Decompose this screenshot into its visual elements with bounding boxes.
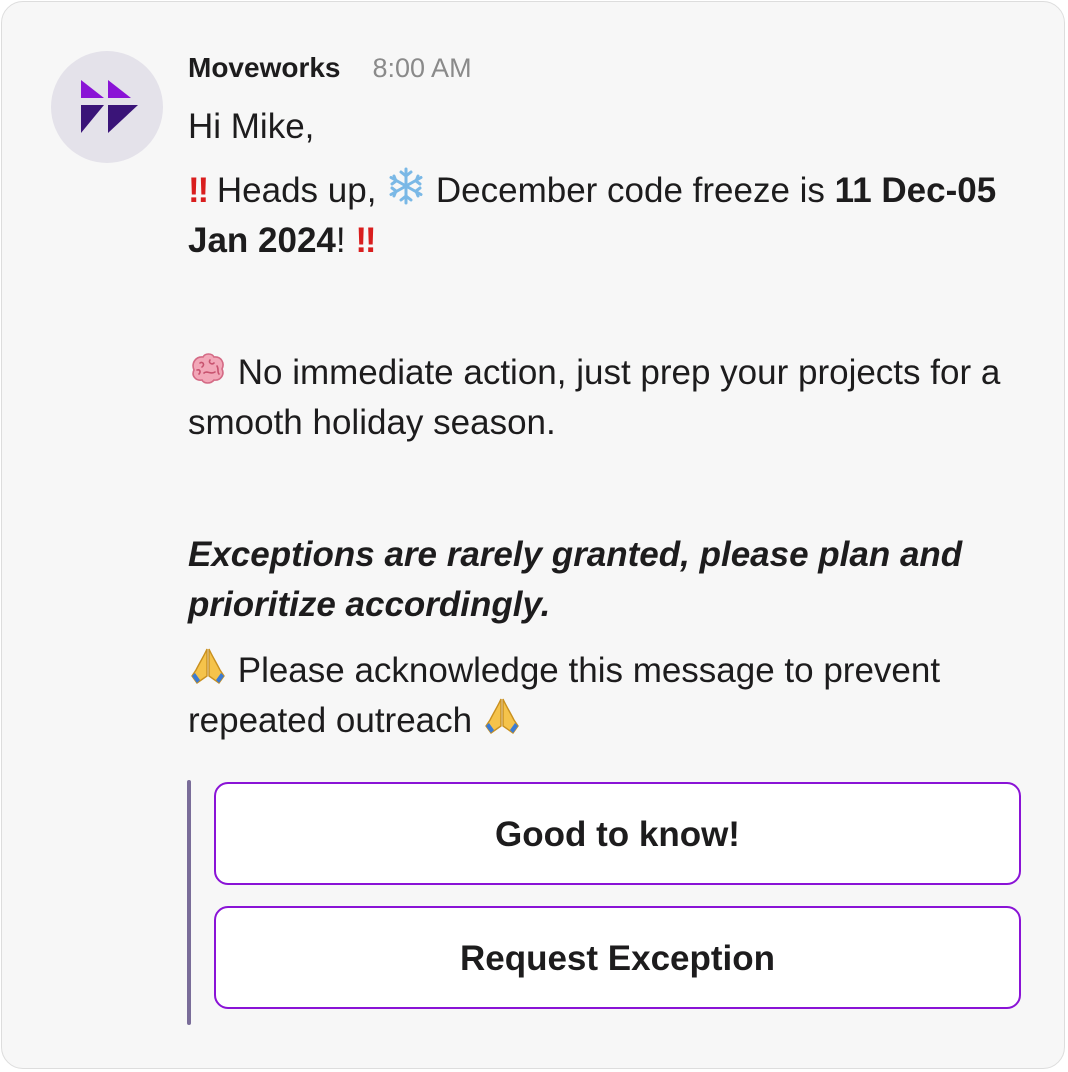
request-exception-button[interactable]: Request Exception <box>214 906 1021 1009</box>
heads-up-middle: December code freeze is <box>426 171 835 210</box>
attachment-bar <box>187 780 191 1025</box>
message-header: Moveworks 8:00 AM <box>188 52 1028 94</box>
folded-hands-icon <box>484 698 519 734</box>
heads-up-suffix: ! <box>335 221 356 260</box>
moveworks-logo-icon <box>81 80 138 133</box>
message-card: Moveworks 8:00 AM Hi Mike, ‼ Heads up, D… <box>1 1 1065 1069</box>
folded-hands-icon <box>191 648 225 684</box>
double-exclamation-icon: ‼ <box>355 221 376 260</box>
acknowledge-text: Please acknowledge this message to preve… <box>188 646 1028 746</box>
heads-up-text: ‼ Heads up, December code freeze is 11 D… <box>188 166 1028 266</box>
heads-up-prefix: Heads up, <box>207 171 387 210</box>
action-attachment: Good to know! Request Exception <box>187 780 1027 1025</box>
sender-name[interactable]: Moveworks <box>188 52 341 84</box>
avatar[interactable] <box>51 51 163 163</box>
acknowledge-text-body: Please acknowledge this message to preve… <box>188 651 941 740</box>
double-exclamation-icon: ‼ <box>188 171 209 210</box>
exceptions-warning: Exceptions are rarely granted, please pl… <box>188 535 963 624</box>
prep-text-body: No immediate action, just prep your proj… <box>188 353 1001 442</box>
snowflake-icon <box>389 167 423 205</box>
message-timestamp[interactable]: 8:00 AM <box>373 53 472 84</box>
message-content: Moveworks 8:00 AM Hi Mike, ‼ Heads up, D… <box>188 52 1028 746</box>
brain-icon <box>192 353 224 384</box>
prep-text: No immediate action, just prep your proj… <box>188 348 1028 448</box>
good-to-know-button[interactable]: Good to know! <box>214 782 1021 885</box>
greeting-text: Hi Mike, <box>188 107 315 146</box>
